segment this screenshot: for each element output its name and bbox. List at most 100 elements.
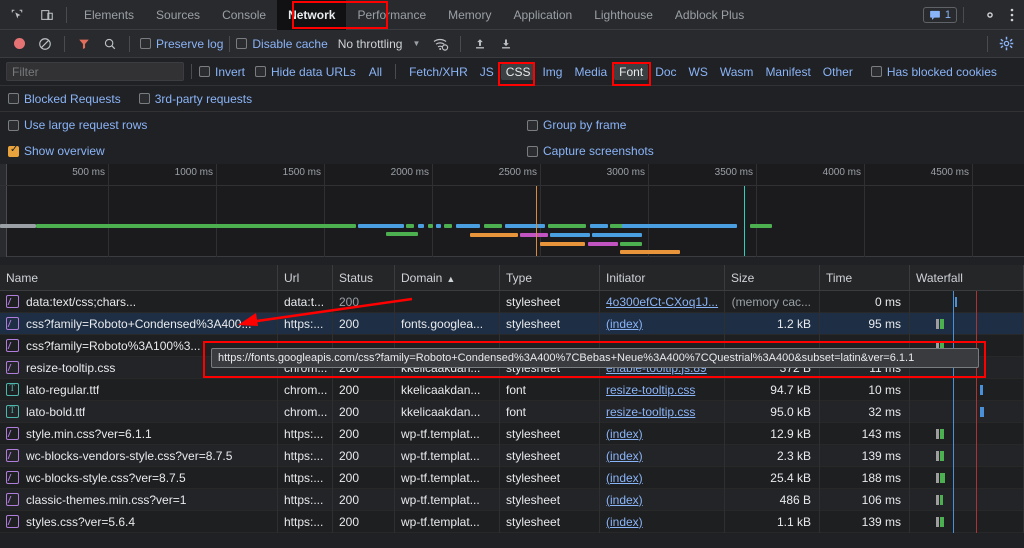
table-row[interactable]: data:text/css;chars... data:t... 200 styles… [0, 290, 1024, 313]
column-header-domain[interactable]: Domain ▲ [395, 265, 500, 291]
filter-input[interactable] [6, 62, 184, 81]
table-row[interactable]: lato-regular.ttf chrom...200kkelicaakdan.… [0, 378, 1024, 401]
initiator-link[interactable]: (index) [606, 317, 643, 331]
cell-initiator[interactable]: (index) [600, 444, 725, 467]
search-icon[interactable] [97, 32, 123, 56]
cell-name[interactable]: css?family=Roboto+Condensed%3A400... [0, 312, 278, 335]
table-row[interactable]: lato-bold.ttf chrom...200kkelicaakdan...f… [0, 400, 1024, 423]
cell-name[interactable]: wc-blocks-style.css?ver=8.7.5 [0, 466, 278, 489]
tab-adblock-plus[interactable]: Adblock Plus [664, 0, 755, 30]
blocked-requests-checkbox[interactable]: Blocked Requests [8, 92, 121, 106]
show-overview-checkbox[interactable]: Show overview [8, 144, 105, 158]
tab-memory[interactable]: Memory [437, 0, 502, 30]
cell-name[interactable]: styles.css?ver=5.6.4 [0, 510, 278, 533]
blocked-filter-row: Blocked Requests 3rd-party requests [0, 86, 1024, 112]
chevron-down-icon[interactable]: ▼ [412, 39, 420, 48]
filter-type-manifest[interactable]: Manifest [760, 64, 815, 80]
more-options-icon[interactable] [1004, 8, 1020, 22]
cell-name[interactable]: lato-bold.ttf [0, 400, 278, 423]
dcl-marker [953, 290, 954, 313]
toolbar-divider-3 [229, 35, 231, 52]
table-row[interactable]: style.min.css?ver=6.1.1 https:... 200 wp-tf… [0, 422, 1024, 445]
cell-initiator[interactable]: (index) [600, 466, 725, 489]
network-overview[interactable]: 500 ms 1000 ms 1500 ms 2000 ms 2500 ms 3… [0, 164, 1024, 257]
tab-elements[interactable]: Elements [73, 0, 145, 30]
invert-checkbox[interactable]: Invert [199, 65, 245, 79]
device-toolbar-icon[interactable] [34, 2, 60, 28]
column-header-status[interactable]: Status [333, 265, 395, 291]
filter-type-wasm[interactable]: Wasm [715, 64, 759, 80]
tab-sources[interactable]: Sources [145, 0, 211, 30]
filter-type-js[interactable]: JS [475, 64, 499, 80]
tab-console[interactable]: Console [211, 0, 277, 30]
column-header-name[interactable]: Name [0, 265, 278, 291]
preserve-log-checkbox[interactable]: Preserve log [140, 37, 223, 51]
column-header-size[interactable]: Size [725, 265, 820, 291]
initiator-link[interactable]: resize-tooltip.css [606, 405, 695, 419]
filter-type-ws[interactable]: WS [684, 64, 713, 80]
inspect-icon[interactable] [4, 2, 30, 28]
column-header-url[interactable]: Url [278, 265, 333, 291]
console-messages-badge[interactable]: 1 [922, 6, 957, 23]
record-button[interactable] [6, 32, 32, 56]
tab-performance[interactable]: Performance [346, 0, 437, 30]
cell-initiator[interactable]: 4o300efCt-CXoq1J... [600, 290, 725, 313]
table-row[interactable]: classic-themes.min.css?ver=1 https:... 200… [0, 488, 1024, 511]
filter-type-css[interactable]: CSS [500, 63, 536, 80]
cell-type: stylesheet [500, 510, 600, 533]
cell-name[interactable]: wc-blocks-vendors-style.css?ver=8.7.5 [0, 444, 278, 467]
import-har-icon[interactable] [467, 32, 493, 56]
cell-initiator[interactable]: (index) [600, 510, 725, 533]
filter-type-all[interactable]: All [364, 64, 387, 80]
cell-initiator[interactable]: resize-tooltip.css [600, 378, 725, 401]
initiator-link[interactable]: (index) [606, 427, 643, 441]
disable-cache-checkbox[interactable]: Disable cache [236, 37, 328, 51]
column-header-type[interactable]: Type [500, 265, 600, 291]
initiator-link[interactable]: (index) [606, 515, 643, 529]
network-conditions-icon[interactable] [428, 32, 454, 56]
third-party-requests-box [138, 93, 150, 104]
tab-application[interactable]: Application [502, 0, 583, 30]
cell-initiator[interactable]: (index) [600, 422, 725, 445]
column-header-waterfall[interactable]: Waterfall [910, 265, 1024, 291]
initiator-link[interactable]: (index) [606, 493, 643, 507]
initiator-link[interactable]: 4o300efCt-CXoq1J... [606, 295, 718, 309]
cell-name[interactable]: lato-regular.ttf [0, 378, 278, 401]
network-settings-gear-icon[interactable] [994, 32, 1018, 56]
initiator-link[interactable]: (index) [606, 449, 643, 463]
filter-type-media[interactable]: Media [569, 64, 612, 80]
cell-name[interactable]: data:text/css;chars... [0, 290, 278, 313]
cell-initiator[interactable]: (index) [600, 312, 725, 335]
use-large-request-rows-checkbox[interactable]: Use large request rows [8, 118, 147, 132]
capture-screenshots-checkbox[interactable]: Capture screenshots [527, 144, 654, 158]
table-row[interactable]: styles.css?ver=5.6.4 https:... 200 wp-tf.te… [0, 510, 1024, 533]
filter-funnel-icon[interactable] [71, 32, 97, 56]
tab-network[interactable]: Network [277, 0, 347, 30]
initiator-link[interactable]: (index) [606, 471, 643, 485]
settings-gear-icon[interactable] [978, 3, 1002, 27]
filter-type-font[interactable]: Font [614, 63, 649, 80]
table-row[interactable]: wc-blocks-vendors-style.css?ver=8.7.5 htt… [0, 444, 1024, 467]
column-header-initiator[interactable]: Initiator [600, 265, 725, 291]
cell-size: 12.9 kB [725, 422, 820, 445]
cell-name[interactable]: classic-themes.min.css?ver=1 [0, 488, 278, 511]
tab-lighthouse[interactable]: Lighthouse [583, 0, 664, 30]
filter-type-other[interactable]: Other [818, 64, 858, 80]
third-party-requests-checkbox[interactable]: 3rd-party requests [138, 92, 252, 106]
table-row[interactable]: wc-blocks-style.css?ver=8.7.5 https:... 20… [0, 466, 1024, 489]
cell-name[interactable]: style.min.css?ver=6.1.1 [0, 422, 278, 445]
throttling-select[interactable]: No throttling [338, 37, 403, 51]
filter-type-doc[interactable]: Doc [650, 64, 681, 80]
has-blocked-cookies-checkbox[interactable]: Has blocked cookies [870, 65, 997, 79]
export-har-icon[interactable] [493, 32, 519, 56]
group-by-frame-checkbox[interactable]: Group by frame [527, 118, 626, 132]
clear-button[interactable] [32, 32, 58, 56]
table-row[interactable]: css?family=Roboto+Condensed%3A400... http… [0, 312, 1024, 335]
initiator-link[interactable]: resize-tooltip.css [606, 383, 695, 397]
hide-data-urls-checkbox[interactable]: Hide data URLs [255, 65, 356, 79]
cell-initiator[interactable]: (index) [600, 488, 725, 511]
column-header-time[interactable]: Time [820, 265, 910, 291]
filter-type-fetch-xhr[interactable]: Fetch/XHR [404, 64, 473, 80]
filter-type-img[interactable]: Img [537, 64, 567, 80]
cell-initiator[interactable]: resize-tooltip.css [600, 400, 725, 423]
